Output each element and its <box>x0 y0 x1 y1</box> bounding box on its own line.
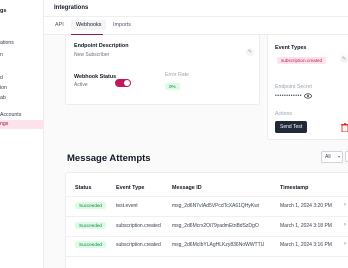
reveal-secret-icon[interactable] <box>304 93 312 99</box>
tab-bar: API Webhooks Imports <box>44 17 348 35</box>
header-divider <box>66 196 348 197</box>
endpoint-side-card: Event Types subscription.created ✎ Endpo… <box>267 35 348 140</box>
row-status-badge: Succeeded <box>75 241 106 248</box>
column-header-message-id: Message ID <box>172 185 202 191</box>
edit-event-types-icon[interactable]: ✎ <box>340 55 348 63</box>
tab-webhooks[interactable]: Webhooks <box>71 20 107 30</box>
row-event-type: test.event <box>116 203 138 209</box>
sidebar-item-5[interactable]: ab <box>0 94 6 103</box>
row-event-type: subscription.created <box>116 242 161 248</box>
row-status-badge: Succeeded <box>75 222 106 229</box>
webhook-status-value: Active <box>74 82 88 88</box>
endpoint-description-label: Endpoint Description <box>74 43 129 49</box>
top-bar: Integrations <box>44 0 348 17</box>
row-divider <box>66 256 348 257</box>
row-timestamp: March 1, 2024 3:20 PM <box>280 203 332 209</box>
actions-label: Actions <box>275 111 293 117</box>
row-message-id: msg_2d6Mcrx2Oi79yadmEtnBdSzDgO <box>172 223 259 229</box>
event-type-tag: subscription.created <box>277 57 327 64</box>
sidebar-item-3[interactable]: d <box>0 74 3 83</box>
sidebar-item-4[interactable]: ion <box>0 84 7 93</box>
sidebar-item-integrations[interactable]: ations <box>0 39 14 48</box>
chevron-down-icon: ▾ <box>337 154 340 159</box>
endpoint-description-value: New Subscriber <box>74 52 110 58</box>
status-filter-select[interactable]: All ▾ <box>321 151 343 163</box>
edit-description-icon[interactable]: ✎ <box>246 48 254 56</box>
column-header-status: Status <box>75 185 92 191</box>
column-header-timestamp: Timestamp <box>280 185 309 191</box>
app-root: gs ations n d ion ab Accounts ngs Integr… <box>0 0 348 268</box>
error-rate-label: Error Rate <box>165 72 189 78</box>
sidebar-brand: gs <box>0 8 7 14</box>
status-filter-value: All <box>325 154 331 160</box>
send-test-button[interactable]: Send Test <box>275 121 308 133</box>
row-message-id: msg_2d6McIbYLAgHLKzy836NoWWTTU <box>172 242 265 248</box>
row-expand-icon[interactable]: › <box>344 202 346 208</box>
webhook-status-label: Webhook Status <box>74 74 117 80</box>
row-expand-icon[interactable]: › <box>344 241 346 247</box>
toggle-knob <box>124 80 130 86</box>
row-timestamp: March 1, 2024 3:16 PM <box>280 242 332 248</box>
column-header-event-type: Event Type <box>116 185 145 191</box>
sidebar-item-settings[interactable]: ngs <box>0 120 43 129</box>
error-rate-badge: 0% <box>165 83 180 90</box>
tab-api[interactable]: API <box>55 22 64 28</box>
row-divider <box>66 236 348 237</box>
row-message-id: msg_2d6N7vIAd5VPcdTcXA61QHyKwi <box>172 203 259 209</box>
row-status-badge: Succeeded <box>75 202 106 209</box>
endpoint-secret-value: •••••••••••• <box>275 93 303 99</box>
message-attempts-title: Message Attempts <box>67 153 151 164</box>
delete-endpoint-icon[interactable] <box>341 123 348 132</box>
event-types-label: Event Types <box>275 45 307 51</box>
endpoint-secret-label: Endpoint Secret <box>275 84 312 90</box>
sidebar-item-accounts[interactable]: Accounts <box>0 111 21 120</box>
endpoint-card: Endpoint Description New Subscriber ✎ We… <box>65 35 260 105</box>
row-divider <box>66 216 348 217</box>
webhook-status-toggle[interactable] <box>115 79 131 87</box>
row-expand-icon[interactable]: › <box>344 222 346 228</box>
page-title: Integrations <box>54 5 89 11</box>
sidebar: gs ations n d ion ab Accounts ngs <box>0 0 44 268</box>
row-event-type: subscription.created <box>116 223 161 229</box>
tab-imports[interactable]: Imports <box>113 22 131 28</box>
row-timestamp: March 1, 2024 3:18 PM <box>280 223 332 229</box>
sidebar-item-2[interactable]: n <box>0 51 3 60</box>
